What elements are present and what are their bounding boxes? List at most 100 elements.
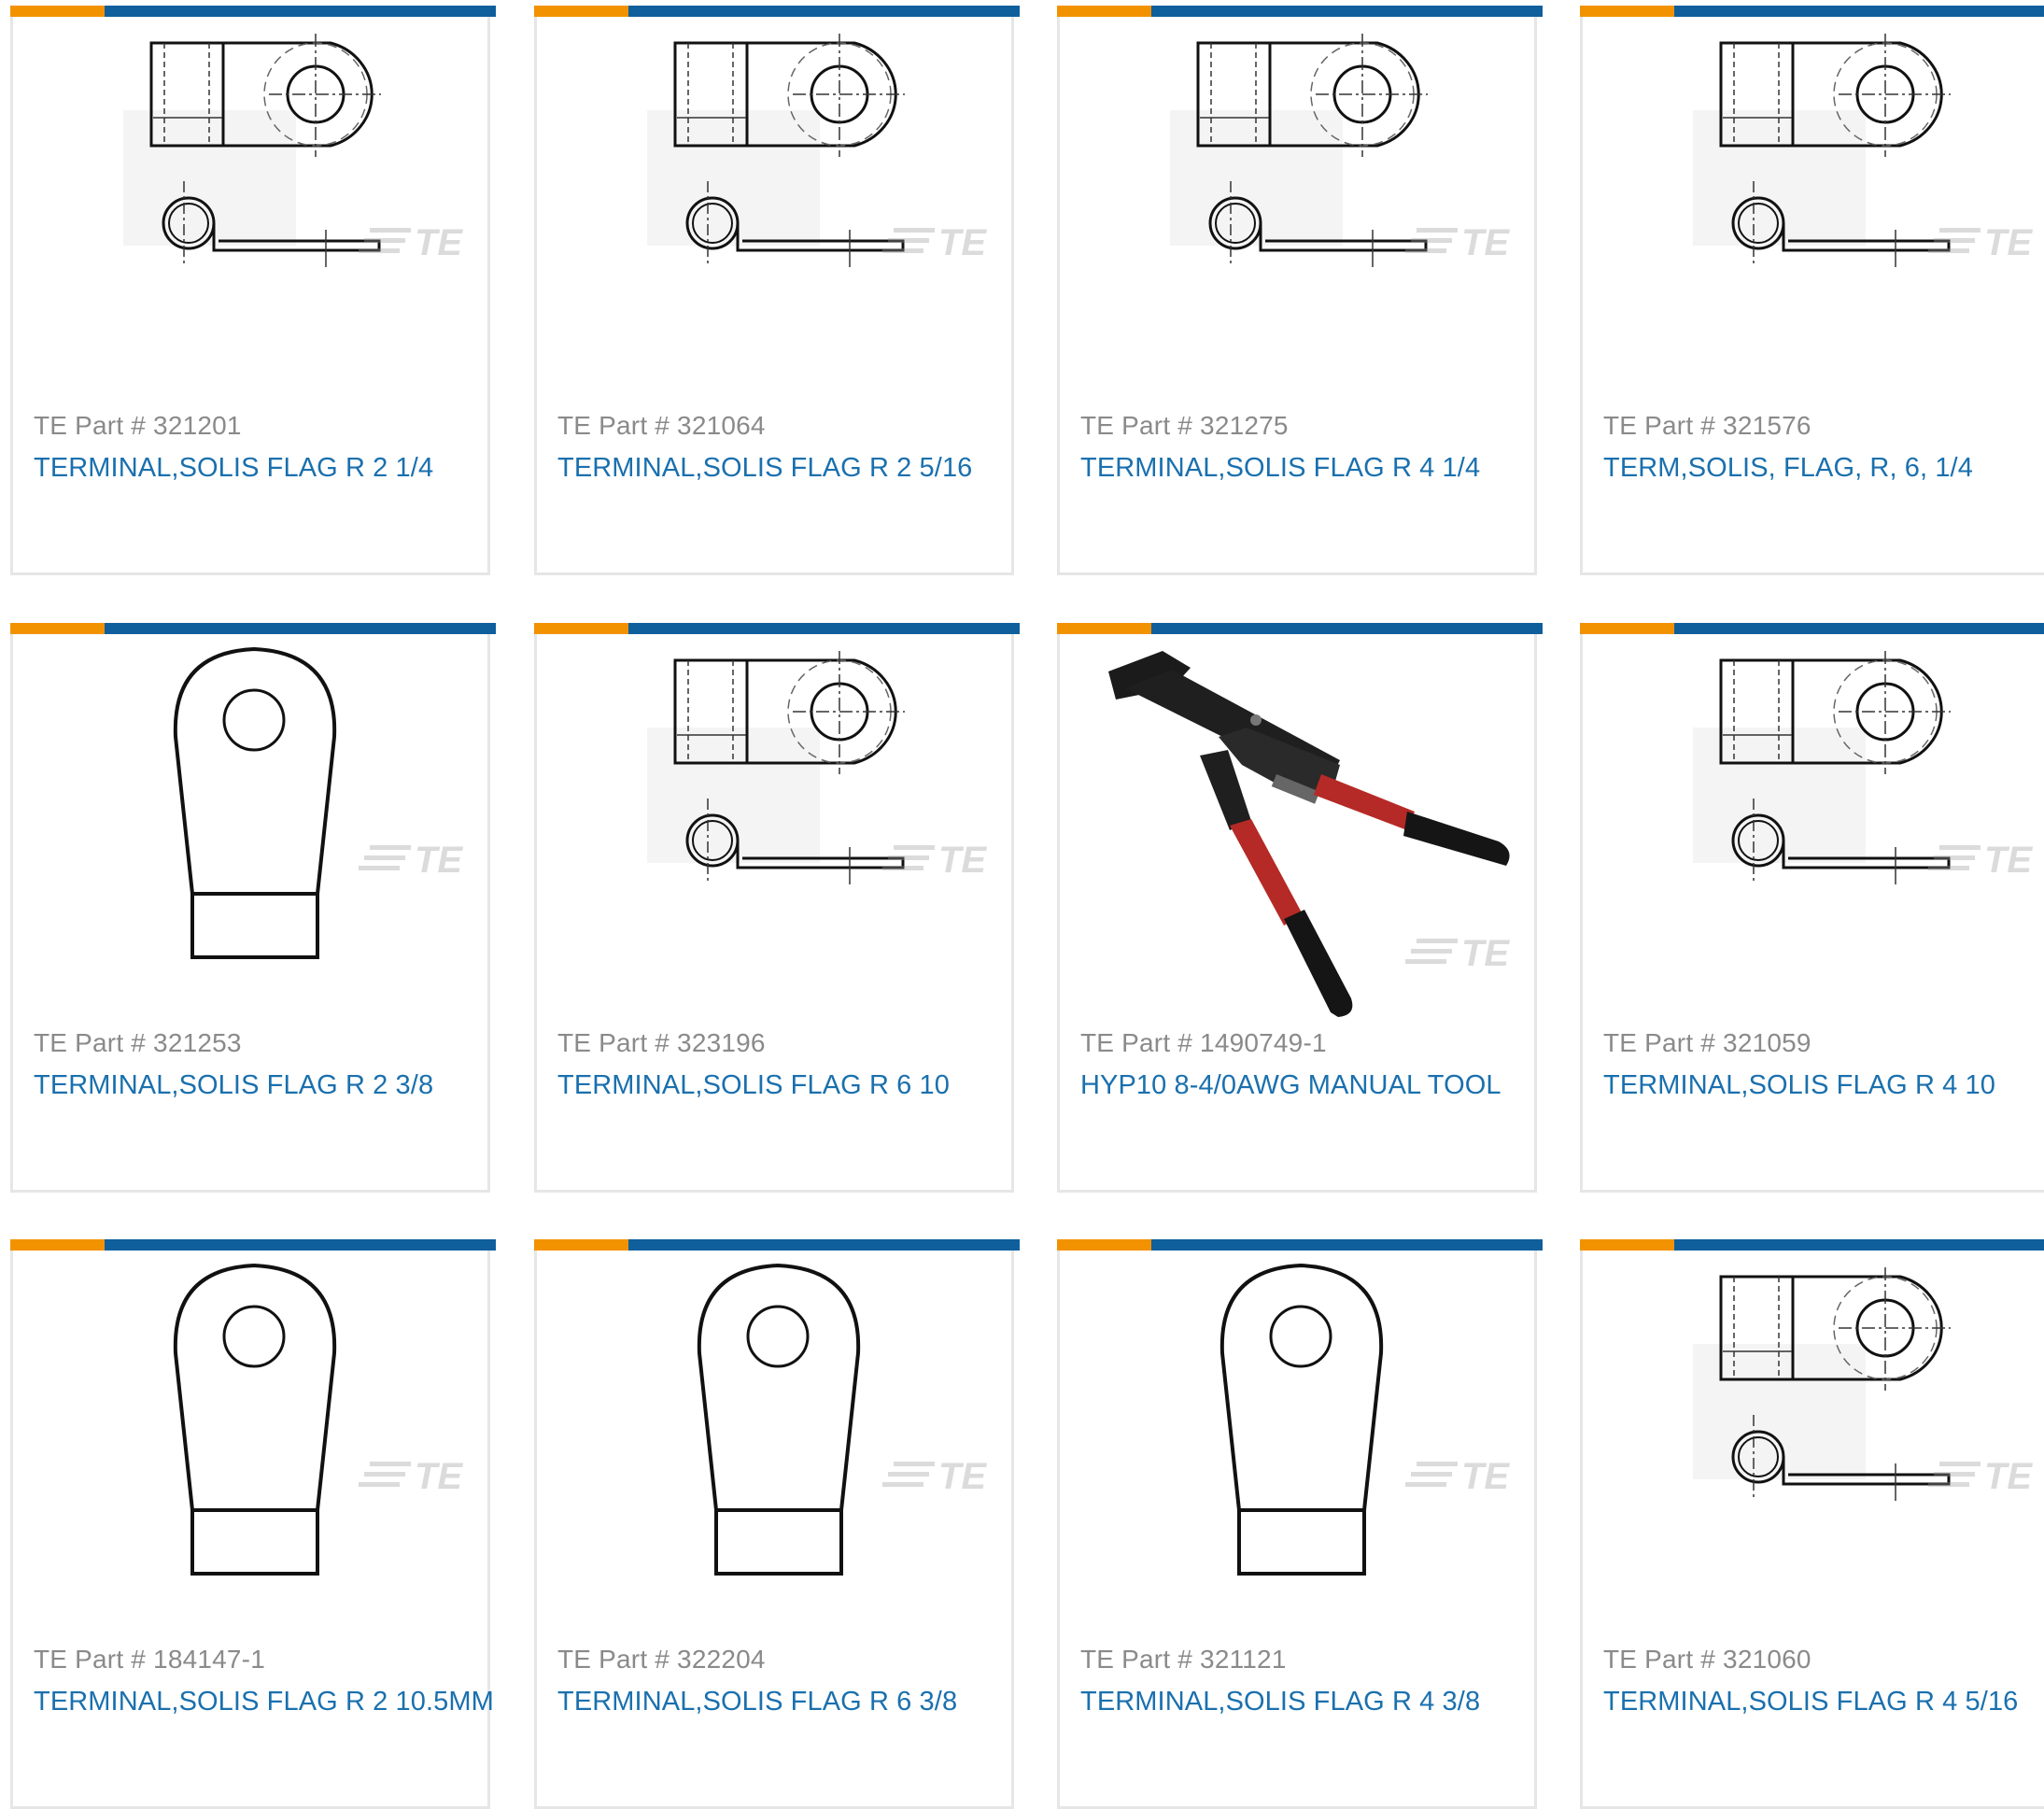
card-accent-bar bbox=[10, 6, 496, 17]
product-image[interactable]: TE bbox=[1060, 1251, 1540, 1652]
ring-tongue-drawing: TE bbox=[173, 1263, 463, 1576]
part-prefix: TE Part # bbox=[1080, 1028, 1193, 1057]
product-image[interactable]: TE bbox=[1583, 1251, 2044, 1652]
part-prefix: TE Part # bbox=[557, 1028, 670, 1057]
te-watermark-icon: TE bbox=[1928, 1456, 2033, 1497]
part-number-value: 321576 bbox=[1723, 411, 1811, 440]
part-number: TE Part # 321253 bbox=[34, 1028, 242, 1058]
ring-tongue-drawing: TE bbox=[1219, 1263, 1510, 1576]
product-image[interactable]: TE bbox=[537, 634, 1017, 1036]
product-description-link[interactable]: TERMINAL,SOLIS FLAG R 4 1/4 bbox=[1080, 453, 1480, 484]
te-watermark-icon: TE bbox=[882, 1456, 987, 1497]
product-description-link[interactable]: TERMINAL,SOLIS FLAG R 6 3/8 bbox=[557, 1687, 957, 1717]
card-accent-bar bbox=[1580, 1239, 2044, 1251]
product-description-link[interactable]: TERMINAL,SOLIS FLAG R 2 1/4 bbox=[34, 453, 433, 484]
svg-text:TE: TE bbox=[1461, 1456, 1510, 1497]
part-number-value: 323196 bbox=[677, 1028, 766, 1057]
svg-text:TE: TE bbox=[415, 840, 463, 881]
part-number: TE Part # 321064 bbox=[557, 411, 766, 441]
part-prefix: TE Part # bbox=[1603, 1645, 1716, 1674]
product-card[interactable]: TE TE Part # 321576 TERM,SOLIS, FLAG, R,… bbox=[1580, 6, 2044, 575]
card-accent-bar bbox=[1057, 1239, 1543, 1251]
ring-tongue-drawing: TE bbox=[697, 1263, 987, 1576]
part-number-value: 321201 bbox=[153, 411, 242, 440]
product-image[interactable]: TE bbox=[13, 634, 493, 1036]
flag-terminal-drawing: TE bbox=[1693, 651, 2033, 884]
flag-terminal-drawing: TE bbox=[647, 34, 987, 267]
card-accent-bar bbox=[10, 1239, 496, 1251]
product-image[interactable]: TE bbox=[537, 17, 1017, 418]
part-number: TE Part # 321060 bbox=[1603, 1645, 1811, 1675]
product-description-link[interactable]: TERMINAL,SOLIS FLAG R 6 10 bbox=[557, 1070, 950, 1101]
product-card[interactable]: TE TE Part # 321060 TERMINAL,SOLIS FLAG … bbox=[1580, 1239, 2044, 1809]
product-card[interactable]: TE TE Part # 323196 TERMINAL,SOLIS FLAG … bbox=[534, 623, 1020, 1193]
part-number: TE Part # 323196 bbox=[557, 1028, 766, 1058]
part-prefix: TE Part # bbox=[557, 411, 670, 440]
flag-terminal-drawing: TE bbox=[1170, 34, 1510, 267]
product-card[interactable]: TE TE Part # 321059 TERMINAL,SOLIS FLAG … bbox=[1580, 623, 2044, 1193]
product-description-link[interactable]: TERMINAL,SOLIS FLAG R 4 10 bbox=[1603, 1070, 1995, 1101]
part-prefix: TE Part # bbox=[1603, 1028, 1716, 1057]
product-description-link[interactable]: TERMINAL,SOLIS FLAG R 2 5/16 bbox=[557, 453, 972, 484]
part-number: TE Part # 321275 bbox=[1080, 411, 1289, 441]
flag-terminal-drawing: TE bbox=[1693, 34, 2033, 267]
ring-tongue-drawing: TE bbox=[173, 646, 463, 959]
card-accent-bar bbox=[1580, 623, 2044, 634]
product-card[interactable]: TE TE Part # 184147-1 TERMINAL,SOLIS FLA… bbox=[10, 1239, 496, 1809]
svg-text:TE: TE bbox=[1984, 1456, 2033, 1497]
product-card[interactable]: TE TE Part # 321253 TERMINAL,SOLIS FLAG … bbox=[10, 623, 496, 1193]
part-prefix: TE Part # bbox=[1080, 1645, 1193, 1674]
te-watermark-icon: TE bbox=[1405, 1456, 1510, 1497]
product-card[interactable]: TE TE Part # 321275 TERMINAL,SOLIS FLAG … bbox=[1057, 6, 1543, 575]
product-card[interactable]: TE TE Part # 321201 TERMINAL,SOLIS FLAG … bbox=[10, 6, 496, 575]
part-number-value: 321059 bbox=[1723, 1028, 1811, 1057]
te-watermark-icon: TE bbox=[1405, 222, 1510, 263]
product-image[interactable]: TE bbox=[537, 1251, 1017, 1652]
part-number-value: 321275 bbox=[1200, 411, 1289, 440]
product-image[interactable]: TE bbox=[1060, 634, 1540, 1036]
product-card[interactable]: TE TE Part # 1490749-1 HYP10 8-4/0AWG MA… bbox=[1057, 623, 1543, 1193]
part-number-value: 322204 bbox=[677, 1645, 766, 1674]
svg-text:TE: TE bbox=[938, 222, 987, 263]
part-number-value: 1490749-1 bbox=[1200, 1028, 1327, 1057]
part-number-value: 184147-1 bbox=[153, 1645, 265, 1674]
svg-text:TE: TE bbox=[415, 222, 463, 263]
product-description-link[interactable]: TERMINAL,SOLIS FLAG R 4 3/8 bbox=[1080, 1687, 1480, 1717]
product-card[interactable]: TE TE Part # 321121 TERMINAL,SOLIS FLAG … bbox=[1057, 1239, 1543, 1809]
part-prefix: TE Part # bbox=[1080, 411, 1193, 440]
part-number: TE Part # 1490749-1 bbox=[1080, 1028, 1327, 1058]
part-prefix: TE Part # bbox=[34, 411, 147, 440]
product-image[interactable]: TE bbox=[1583, 634, 2044, 1036]
card-accent-bar bbox=[1580, 6, 2044, 17]
product-image[interactable]: TE bbox=[13, 1251, 493, 1652]
product-image[interactable]: TE bbox=[1060, 17, 1540, 418]
product-card[interactable]: TE TE Part # 322204 TERMINAL,SOLIS FLAG … bbox=[534, 1239, 1020, 1809]
card-accent-bar bbox=[534, 1239, 1020, 1251]
product-description-link[interactable]: TERMINAL,SOLIS FLAG R 2 10.5MM bbox=[34, 1687, 494, 1717]
product-image[interactable]: TE bbox=[13, 17, 493, 418]
part-prefix: TE Part # bbox=[34, 1645, 147, 1674]
part-number-value: 321121 bbox=[1200, 1645, 1287, 1674]
product-image[interactable]: TE bbox=[1583, 17, 2044, 418]
part-number: TE Part # 321059 bbox=[1603, 1028, 1811, 1058]
part-prefix: TE Part # bbox=[1603, 411, 1716, 440]
product-description-link[interactable]: TERM,SOLIS, FLAG, R, 6, 1/4 bbox=[1603, 453, 1973, 484]
product-grid: TE TE Part # 321201 TERMINAL,SOLIS FLAG … bbox=[0, 0, 2044, 1809]
part-number: TE Part # 321201 bbox=[34, 411, 242, 441]
part-number-value: 321064 bbox=[677, 411, 766, 440]
part-number-value: 321060 bbox=[1723, 1645, 1811, 1674]
product-description-link[interactable]: HYP10 8-4/0AWG MANUAL TOOL bbox=[1080, 1070, 1501, 1101]
part-number: TE Part # 322204 bbox=[557, 1645, 766, 1675]
svg-text:TE: TE bbox=[415, 1456, 463, 1497]
card-accent-bar bbox=[1057, 623, 1543, 634]
product-card[interactable]: TE TE Part # 321064 TERMINAL,SOLIS FLAG … bbox=[534, 6, 1020, 575]
product-description-link[interactable]: TERMINAL,SOLIS FLAG R 2 3/8 bbox=[34, 1070, 433, 1101]
te-watermark-icon: TE bbox=[1405, 933, 1510, 974]
svg-text:TE: TE bbox=[1984, 840, 2033, 881]
part-prefix: TE Part # bbox=[557, 1645, 670, 1674]
part-prefix: TE Part # bbox=[34, 1028, 147, 1057]
card-accent-bar bbox=[534, 6, 1020, 17]
card-accent-bar bbox=[1057, 6, 1543, 17]
te-watermark-icon: TE bbox=[359, 1456, 463, 1497]
product-description-link[interactable]: TERMINAL,SOLIS FLAG R 4 5/16 bbox=[1603, 1687, 2018, 1717]
